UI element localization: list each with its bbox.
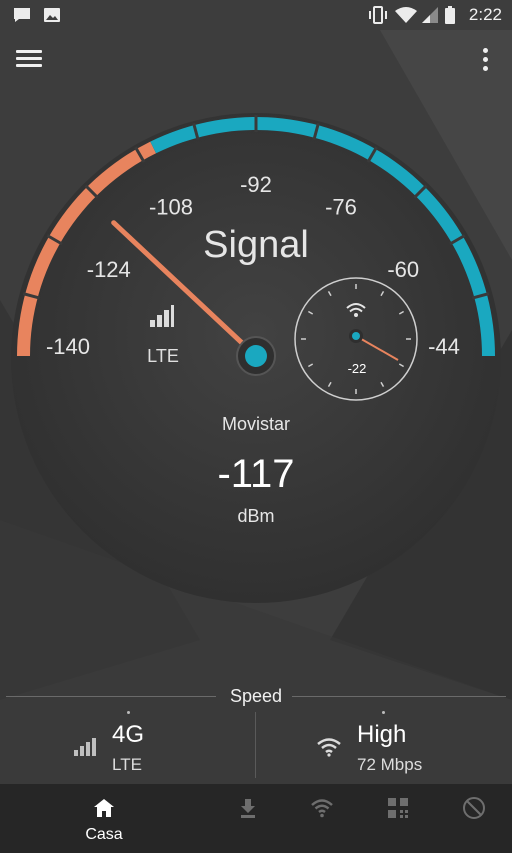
wifi-gauge-tick	[327, 290, 332, 297]
network-generation: 4G	[112, 721, 145, 748]
nav-home-label: Casa	[85, 826, 123, 843]
network-type: LTE	[147, 346, 179, 366]
gauge-scale-label: -92	[240, 172, 272, 197]
wifi-status-icon	[395, 7, 417, 23]
gauge-scale-label: -140	[46, 334, 90, 359]
signal-unit: dBm	[237, 506, 275, 526]
divider	[255, 712, 256, 778]
speed-rating: High	[357, 721, 407, 748]
nav-wifi[interactable]	[292, 784, 352, 853]
wifi-gauge-hub-center	[352, 332, 360, 340]
gauge-scale-label: -76	[325, 195, 357, 220]
wifi-gauge-tick	[398, 363, 405, 368]
wifi-gauge-tick	[307, 363, 314, 368]
operator-name: Movistar	[221, 414, 290, 434]
status-time: 2:22	[468, 5, 502, 24]
divider	[292, 696, 506, 697]
signal-bars-icon	[74, 738, 96, 756]
nav-download[interactable]	[218, 784, 278, 853]
network-technology: LTE	[112, 755, 142, 774]
nav-no-ads[interactable]	[444, 784, 504, 853]
gauge-scale-label: -44	[428, 334, 460, 359]
more-options-button[interactable]	[478, 44, 492, 74]
menu-button[interactable]	[14, 46, 44, 72]
wifi-gauge-tick	[380, 381, 385, 388]
bottom-navigation: Casa	[0, 784, 512, 853]
indicator-dot	[127, 711, 130, 714]
gauge-hub-center	[245, 345, 267, 367]
message-icon	[14, 8, 30, 22]
speed-value: 72 Mbps	[357, 755, 423, 774]
wifi-gauge-tick	[380, 290, 385, 297]
no-ads-icon	[463, 797, 485, 819]
signal-value: -117	[217, 452, 295, 496]
wifi-gauge-tick	[327, 381, 332, 388]
speed-section-title: Speed	[229, 686, 283, 706]
wifi-icon	[317, 738, 341, 757]
wifi-icon	[311, 799, 333, 818]
status-bar: 2:22	[0, 0, 512, 30]
download-icon	[241, 799, 255, 818]
divider	[6, 696, 216, 697]
signal-bars-icon	[150, 305, 174, 327]
wifi-gauge	[294, 277, 418, 401]
vibrate-icon	[369, 6, 387, 24]
wifi-gauge-tick	[307, 310, 314, 315]
gauge-scale-label: -108	[149, 195, 193, 220]
gauge-title: Signal	[203, 224, 309, 266]
wifi-gauge-value: -22	[347, 361, 367, 376]
cell-signal-icon	[422, 7, 438, 23]
indicator-dot	[382, 711, 385, 714]
image-icon	[44, 8, 60, 22]
qr-scan-icon	[388, 798, 408, 818]
wifi-gauge-tick	[398, 310, 405, 315]
wifi-gauge-needle	[355, 335, 399, 361]
wifi-icon	[346, 303, 366, 317]
nav-home[interactable]: Casa	[74, 784, 134, 853]
battery-icon	[445, 6, 455, 24]
home-icon	[94, 799, 114, 817]
nav-qr-scan[interactable]	[368, 784, 428, 853]
